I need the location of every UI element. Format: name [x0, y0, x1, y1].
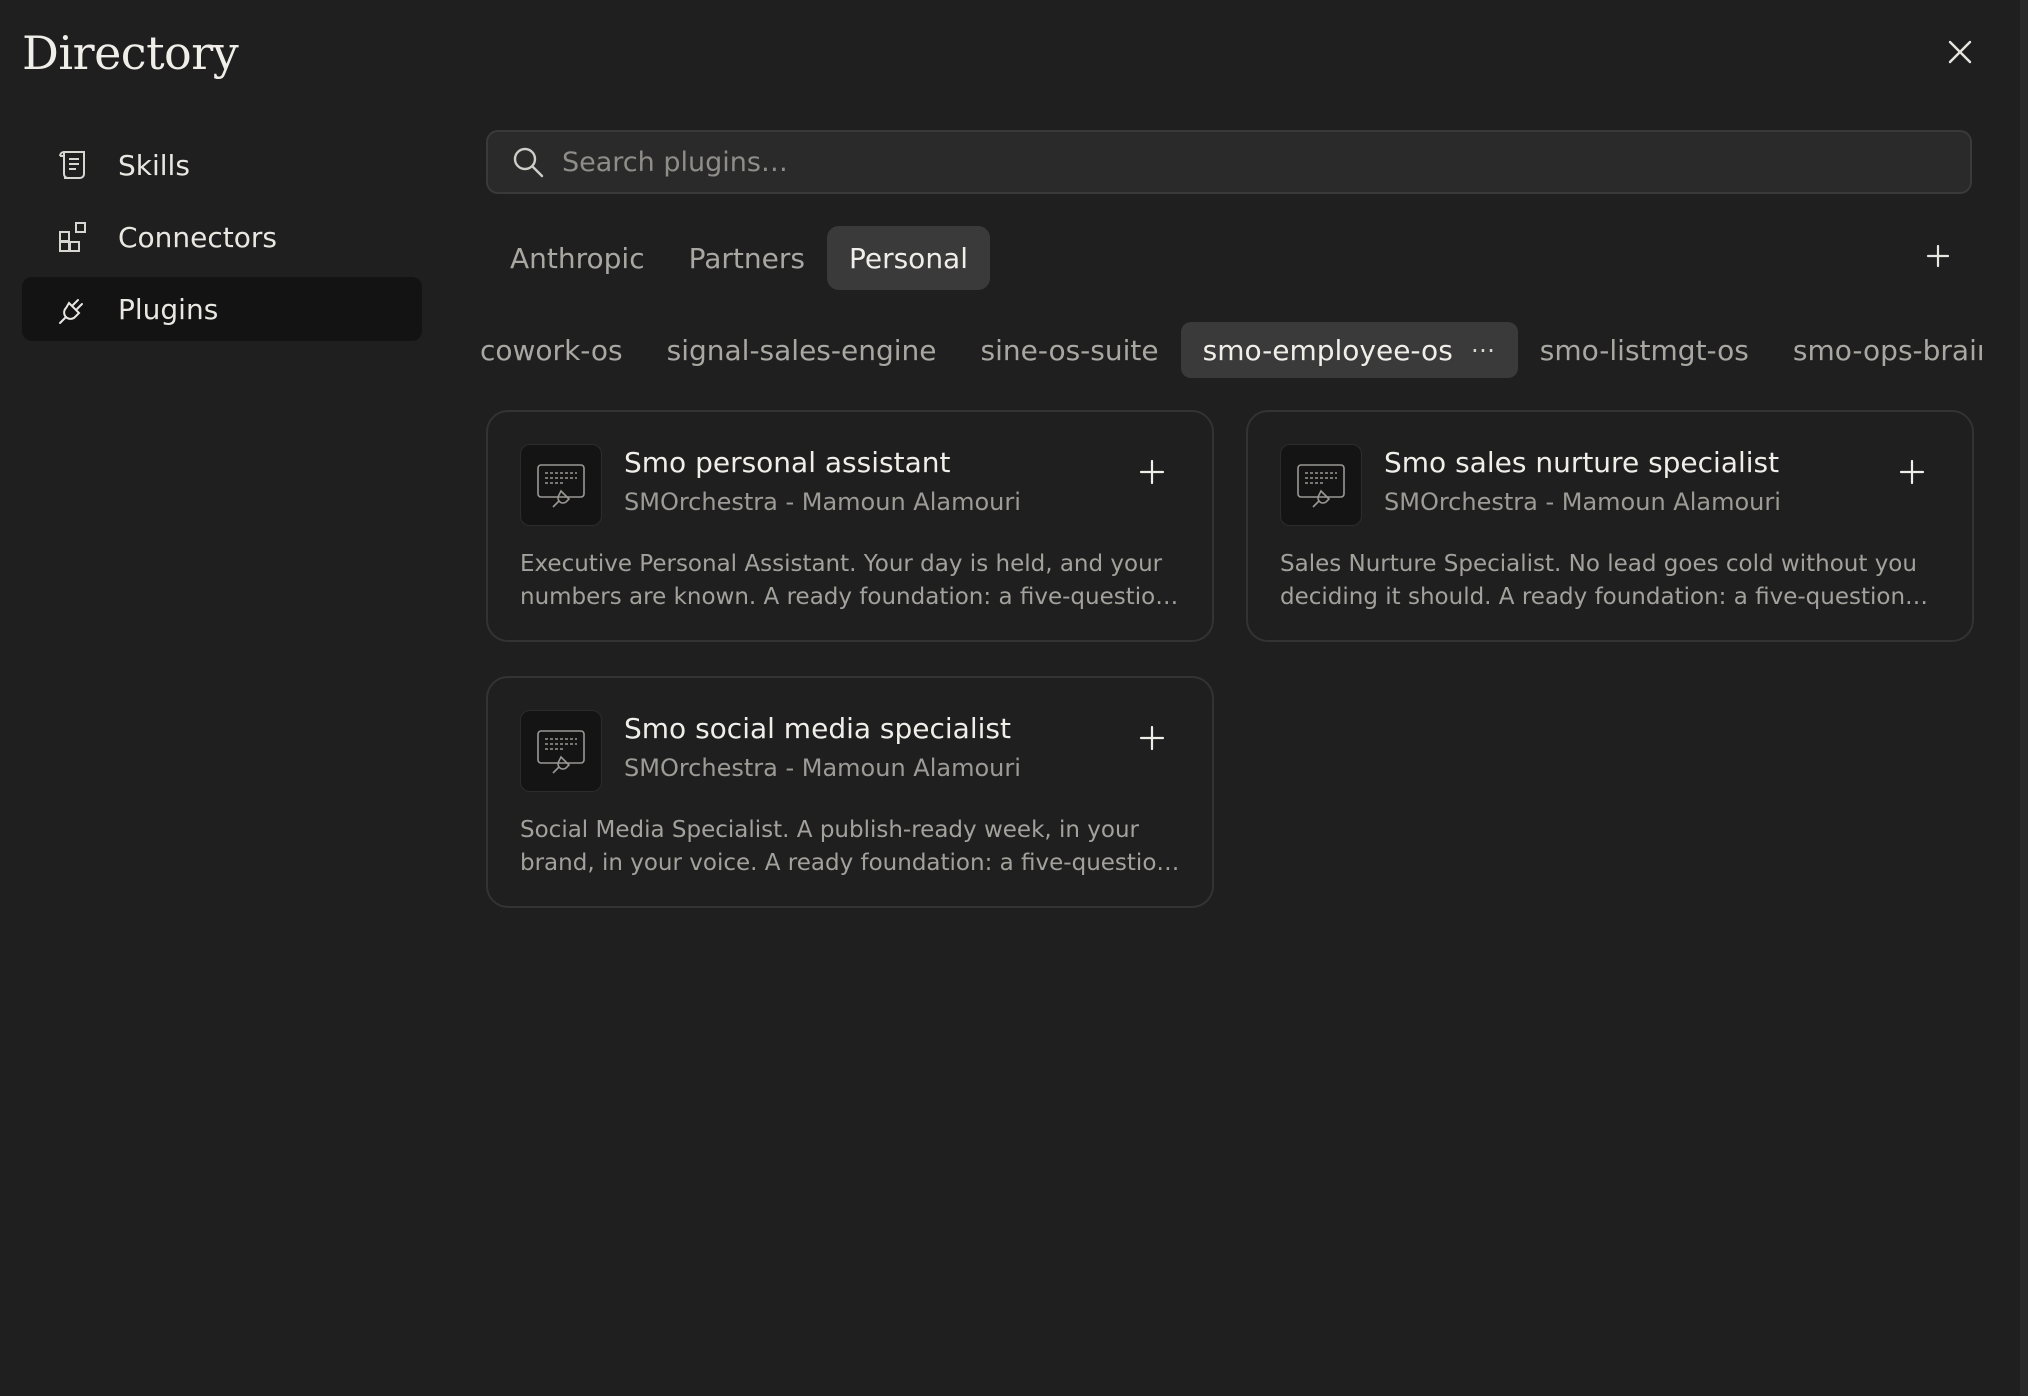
- close-button[interactable]: [1940, 34, 1980, 74]
- subtab-sine-os-suite[interactable]: sine-os-suite: [959, 322, 1181, 378]
- plus-icon: [1899, 459, 1925, 489]
- subtab-label: smo-ops-brain: [1792, 333, 1982, 367]
- more-options-icon[interactable]: ⋯: [1471, 336, 1496, 364]
- sidebar-item-label: Skills: [118, 148, 190, 182]
- subtab-label: smo-listmgt-os: [1539, 333, 1749, 367]
- connectors-icon: [56, 220, 90, 254]
- plus-icon: [1926, 244, 1950, 272]
- add-plugin-button[interactable]: [1132, 720, 1172, 760]
- page-title: Directory: [22, 26, 239, 80]
- sidebar-item-connectors[interactable]: Connectors: [22, 205, 422, 269]
- tab-partners[interactable]: Partners: [667, 226, 827, 290]
- add-plugin-button[interactable]: [1892, 454, 1932, 494]
- plus-icon: [1139, 459, 1165, 489]
- subtab-smo-employee-os[interactable]: smo-employee-os ⋯: [1180, 322, 1518, 378]
- subtab-label: signal-sales-engine: [666, 333, 937, 367]
- close-icon: [1947, 39, 1973, 69]
- plugin-card[interactable]: Smo social media specialist SMOrchestra …: [486, 676, 1214, 908]
- plug-icon: [56, 292, 90, 326]
- subtab-cowork-os[interactable]: cowork-os: [478, 322, 645, 378]
- tab-personal[interactable]: Personal: [826, 226, 990, 290]
- sidebar-item-label: Connectors: [118, 220, 278, 254]
- sidebar-item-skills[interactable]: Skills: [22, 133, 422, 197]
- search-icon: [510, 144, 546, 180]
- directory-dialog: Directory Skills Connectors Plugins Sear…: [0, 0, 2028, 1396]
- subtab-label: cowork-os: [480, 333, 623, 367]
- subtab-signal-sales-engine[interactable]: signal-sales-engine: [645, 322, 959, 378]
- sidebar-item-plugins[interactable]: Plugins: [22, 277, 422, 341]
- plugin-card[interactable]: Smo sales nurture specialist SMOrchestra…: [1246, 410, 1974, 642]
- search-input[interactable]: [560, 145, 1970, 179]
- subtab-smo-listmgt-os[interactable]: smo-listmgt-os: [1518, 322, 1771, 378]
- tab-anthropic[interactable]: Anthropic: [488, 226, 667, 290]
- plugin-card[interactable]: Smo personal assistant SMOrchestra - Mam…: [486, 410, 1214, 642]
- plugin-thumbnail-icon: [520, 710, 602, 792]
- plugin-description: Social Media Specialist. A publish-ready…: [520, 817, 1171, 876]
- subtab-label: smo-employee-os: [1202, 333, 1453, 367]
- add-marketplace-button[interactable]: [1918, 238, 1958, 278]
- subtab-label: sine-os-suite: [980, 333, 1159, 367]
- plugin-author: SMOrchestra - Mamoun Alamouri: [1384, 488, 1781, 516]
- subtab-smo-ops-brain[interactable]: smo-ops-brain: [1771, 322, 1982, 378]
- sidebar: Skills Connectors Plugins: [22, 133, 422, 349]
- plugin-name: Smo personal assistant: [624, 446, 951, 479]
- category-tabs: Anthropic Partners Personal: [488, 226, 990, 290]
- scroll-icon: [56, 148, 90, 182]
- plugin-author: SMOrchestra - Mamoun Alamouri: [624, 754, 1021, 782]
- plugin-thumbnail-icon: [1280, 444, 1362, 526]
- plugin-name: Smo social media specialist: [624, 712, 1011, 745]
- marketplace-scroller[interactable]: cowork-os signal-sales-engine sine-os-su…: [478, 322, 1982, 378]
- plugin-name: Smo sales nurture specialist: [1384, 446, 1780, 479]
- plugin-author: SMOrchestra - Mamoun Alamouri: [624, 488, 1021, 516]
- add-plugin-button[interactable]: [1132, 454, 1172, 494]
- plugin-description: Executive Personal Assistant. Your day i…: [520, 551, 1170, 610]
- plus-icon: [1139, 725, 1165, 755]
- plugin-thumbnail-icon: [520, 444, 602, 526]
- search-bar: [486, 130, 1972, 194]
- scrollbar-track[interactable]: [2020, 0, 2028, 1396]
- plugin-description: Sales Nurture Specialist. No lead goes c…: [1280, 551, 1917, 610]
- sidebar-item-label: Plugins: [118, 292, 219, 326]
